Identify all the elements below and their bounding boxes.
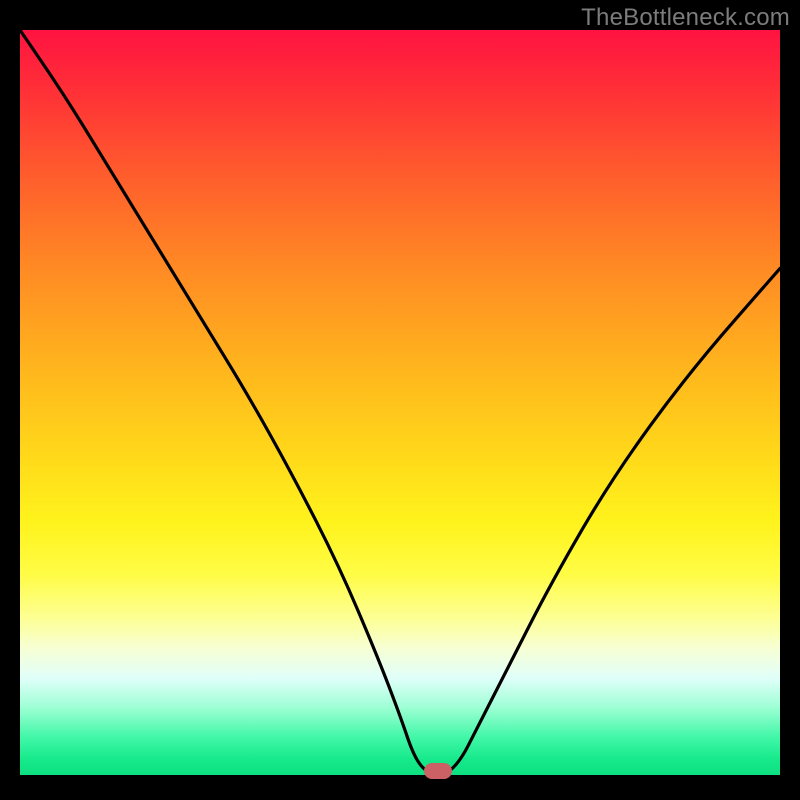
chart-frame: TheBottleneck.com (0, 0, 800, 800)
bottleneck-curve (20, 30, 780, 775)
optimal-point-marker (424, 763, 452, 779)
curve-path (20, 30, 780, 775)
plot-area (20, 30, 780, 775)
attribution-text: TheBottleneck.com (581, 4, 790, 32)
